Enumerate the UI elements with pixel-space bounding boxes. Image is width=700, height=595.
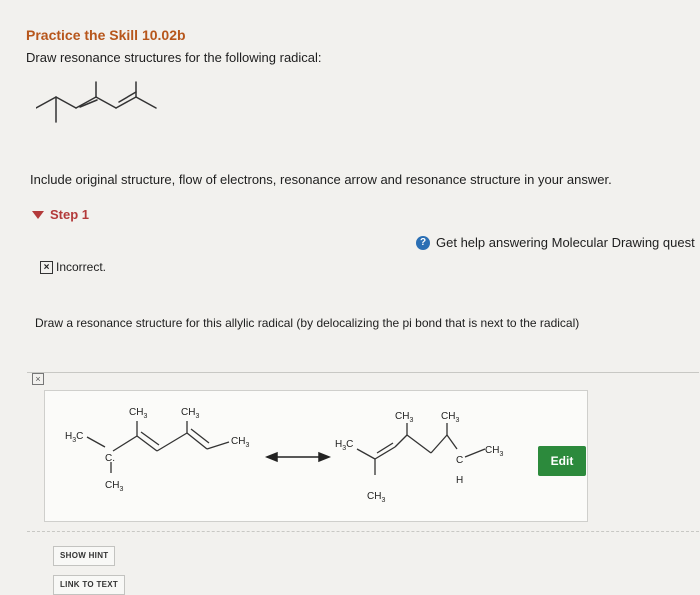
answer-drawing: H3C C. CH3 CH3 CH3 CH3 H3C CH3 CH3 CH3 C…: [65, 407, 503, 504]
atom-label: CH3: [129, 407, 147, 420]
right-structure-labels: H3C CH3 CH3 CH3 C H CH3: [335, 411, 503, 504]
bond-6: [95, 96, 117, 109]
page-title: Practice the Skill 10.02b: [26, 27, 186, 43]
atom-label: CH3: [105, 480, 123, 493]
question-text: Draw resonance structures for the follow…: [26, 50, 322, 65]
left-structure-labels: H3C C. CH3 CH3 CH3 CH3: [65, 407, 249, 493]
link-to-text-button[interactable]: LINK TO TEXT: [53, 575, 126, 595]
edit-button[interactable]: Edit: [538, 446, 586, 476]
atom-label: H3C: [335, 439, 353, 452]
bond-1: [36, 96, 57, 109]
close-icon[interactable]: ×: [32, 373, 44, 385]
atom-label: CH3: [231, 436, 249, 449]
atom-label: CH3: [441, 411, 459, 424]
atom-label: CH3: [367, 491, 385, 504]
show-hint-button[interactable]: SHOW HINT: [53, 546, 116, 566]
radical-structure-image: [36, 81, 157, 123]
resonance-arrow: [264, 451, 332, 463]
right-structure-bonds: [356, 423, 486, 475]
atom-label: CH3: [181, 407, 199, 420]
feedback-incorrect: × Incorrect.: [40, 260, 106, 274]
step-prompt: Draw a resonance structure for this ally…: [35, 316, 580, 330]
answer-canvas[interactable]: H3C C. CH3 CH3 CH3 CH3 H3C CH3 CH3 CH3 C…: [44, 390, 588, 522]
atom-label: H: [456, 475, 463, 486]
bond-4: [75, 96, 97, 109]
instructions-text: Include original structure, flow of elec…: [30, 172, 612, 187]
atom-label: C.: [105, 453, 115, 464]
step-label: Step 1: [50, 207, 90, 222]
bond-7-double: [118, 91, 137, 103]
atom-label: C: [456, 455, 463, 466]
step-1-toggle[interactable]: Step 1: [32, 207, 89, 222]
left-structure-bonds: [86, 421, 230, 473]
atom-label: CH3: [485, 445, 503, 458]
help-icon: ?: [416, 235, 430, 250]
atom-label: CH3: [395, 411, 413, 424]
bond-3: [55, 96, 77, 109]
bond-9: [135, 96, 157, 109]
feedback-text: Incorrect.: [56, 260, 107, 274]
help-link[interactable]: ? Get help answering Molecular Drawing q…: [416, 235, 695, 250]
x-mark-icon: ×: [40, 260, 53, 274]
triangle-down-icon: [32, 210, 44, 219]
atom-label: H3C: [65, 431, 83, 444]
help-text: Get help answering Molecular Drawing que…: [436, 235, 695, 250]
